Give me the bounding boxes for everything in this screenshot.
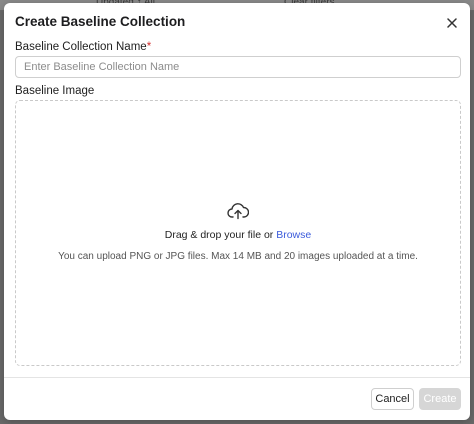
collection-name-label: Baseline Collection Name* <box>15 41 151 53</box>
cancel-button[interactable]: Cancel <box>371 388 414 410</box>
dialog-title: Create Baseline Collection <box>15 14 186 29</box>
drop-instructions: Drag & drop your file or Browse <box>16 229 460 241</box>
baseline-image-label: Baseline Image <box>15 85 95 97</box>
close-icon <box>447 18 457 28</box>
upload-hint: You can upload PNG or JPG files. Max 14 … <box>58 251 418 262</box>
required-marker: * <box>146 41 152 53</box>
cloud-upload-icon <box>227 203 249 220</box>
collection-name-input[interactable] <box>15 56 461 78</box>
image-dropzone[interactable]: Drag & drop your file or Browse You can … <box>15 100 461 366</box>
browse-link[interactable]: Browse <box>276 229 311 241</box>
close-button[interactable] <box>442 13 462 33</box>
create-button[interactable]: Create <box>419 388 461 410</box>
collection-name-label-text: Baseline Collection Name <box>15 41 147 53</box>
drop-text: Drag & drop your file or <box>164 229 277 241</box>
footer-divider <box>4 377 470 378</box>
create-baseline-dialog: Create Baseline Collection Baseline Coll… <box>4 3 470 420</box>
